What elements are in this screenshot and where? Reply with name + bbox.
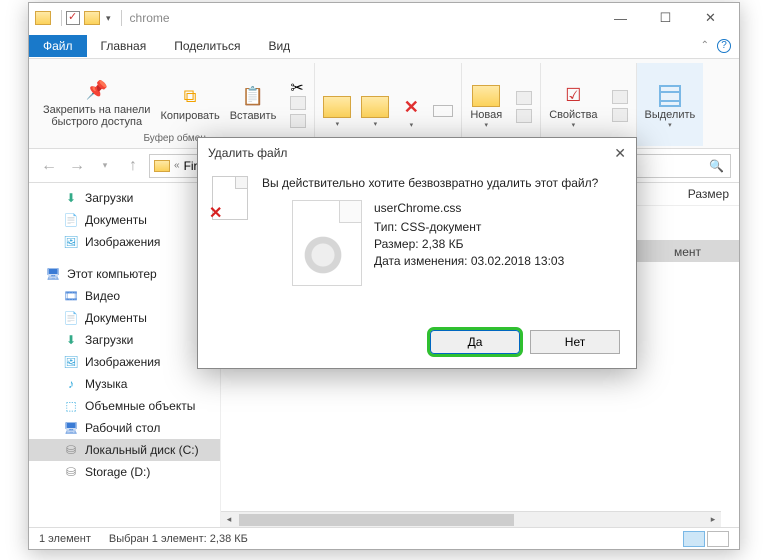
- view-details-button[interactable]: [683, 531, 705, 547]
- tree-videos[interactable]: 🎞Видео: [29, 285, 220, 307]
- status-count: 1 элемент: [39, 533, 91, 545]
- delete-confirmation-dialog: Удалить файл ✕ ✕ Вы действительно хотите…: [197, 137, 637, 369]
- minimize-button[interactable]: —: [598, 4, 643, 32]
- file-date: Дата изменения: 03.02.2018 13:03: [374, 253, 564, 270]
- ribbon-tabs: Файл Главная Поделиться Вид ⌃ ?: [29, 33, 739, 59]
- select-icon: [659, 85, 681, 107]
- tree-drive-d[interactable]: ⛁Storage (D:): [29, 461, 220, 483]
- open-icon[interactable]: [612, 90, 628, 104]
- close-button[interactable]: ✕: [688, 4, 733, 32]
- titlebar: ▾ chrome — ☐ ✕: [29, 3, 739, 33]
- column-size[interactable]: Размер: [678, 183, 739, 205]
- shortcut-icon[interactable]: [290, 114, 306, 128]
- newfolder-button[interactable]: Новая▾: [470, 85, 502, 129]
- history-icon[interactable]: [612, 108, 628, 122]
- copy-button[interactable]: ⧉ Копировать: [160, 84, 219, 122]
- tree-downloads[interactable]: ⬇Загрузки: [29, 187, 220, 209]
- status-bar: 1 элемент Выбран 1 элемент: 2,38 КБ: [29, 527, 739, 549]
- view-icons-button[interactable]: [707, 531, 729, 547]
- help-icon[interactable]: ?: [717, 39, 731, 53]
- address-folder-icon: [154, 160, 170, 172]
- copyto-icon: [361, 96, 389, 118]
- tree-documents[interactable]: 📄Документы: [29, 209, 220, 231]
- yes-button[interactable]: Да: [430, 330, 520, 354]
- dialog-title: Удалить файл: [208, 146, 287, 160]
- tree-pictures[interactable]: 🖼Изображения: [29, 231, 220, 253]
- file-metadata: userChrome.css Тип: CSS-документ Размер:…: [374, 200, 564, 270]
- rename-icon: [433, 105, 453, 117]
- recent-dropdown[interactable]: ▾: [93, 154, 117, 178]
- tab-file[interactable]: Файл: [29, 35, 87, 57]
- scroll-right-icon[interactable]: ▸: [705, 512, 721, 526]
- tree-documents2[interactable]: 📄Документы: [29, 307, 220, 329]
- dialog-titlebar: Удалить файл ✕: [198, 138, 636, 168]
- ribbon: 📌 Закрепить на панели быстрого доступа ⧉…: [29, 59, 739, 149]
- pin-button[interactable]: 📌 Закрепить на панели быстрого доступа: [43, 78, 150, 128]
- paste-icon: 📋: [241, 84, 265, 108]
- window-title: chrome: [130, 11, 170, 25]
- copypath-icon[interactable]: [290, 96, 306, 110]
- no-button[interactable]: Нет: [530, 330, 620, 354]
- status-selection: Выбран 1 элемент: 2,38 КБ: [109, 533, 248, 545]
- file-type: Тип: CSS-документ: [374, 219, 564, 236]
- tree-3dobjects[interactable]: ⬚Объемные объекты: [29, 395, 220, 417]
- properties-icon: ☑: [561, 83, 585, 107]
- qat-folder-icon[interactable]: [84, 11, 100, 25]
- tree-desktop[interactable]: 🖥Рабочий стол: [29, 417, 220, 439]
- tab-share[interactable]: Поделиться: [160, 35, 254, 57]
- cut-icon[interactable]: ✂: [290, 78, 306, 92]
- file-type-icon: [292, 200, 362, 286]
- tree-music[interactable]: ♪Музыка: [29, 373, 220, 395]
- forward-button[interactable]: →: [65, 154, 89, 178]
- rename-button[interactable]: [433, 105, 453, 119]
- moveto-button[interactable]: ▾: [323, 96, 351, 128]
- tree-thispc[interactable]: 🖥Этот компьютер: [29, 263, 220, 285]
- copy-icon: ⧉: [178, 84, 202, 108]
- ribbon-expand-icon[interactable]: ⌃: [701, 40, 709, 51]
- up-button[interactable]: ↑: [121, 154, 145, 178]
- folder-icon: [35, 11, 51, 25]
- maximize-button[interactable]: ☐: [643, 4, 688, 32]
- nav-tree: ⬇Загрузки 📄Документы 🖼Изображения 🖥Этот …: [29, 183, 221, 527]
- gear-icon: [301, 233, 345, 277]
- delete-icon: ✕: [399, 95, 423, 119]
- back-button[interactable]: ←: [37, 154, 61, 178]
- newfolder-icon: [472, 85, 500, 107]
- tree-drive-c[interactable]: ⛁Локальный диск (C:): [29, 439, 220, 461]
- newitem-icon[interactable]: [516, 91, 532, 105]
- scroll-left-icon[interactable]: ◂: [221, 512, 237, 526]
- select-button[interactable]: Выделить▾: [645, 85, 696, 129]
- file-size: Размер: 2,38 КБ: [374, 236, 564, 253]
- properties-button[interactable]: ☑ Свойства▾: [549, 83, 597, 129]
- tree-downloads2[interactable]: ⬇Загрузки: [29, 329, 220, 351]
- file-delete-icon: ✕: [212, 176, 248, 220]
- pin-icon: 📌: [85, 78, 109, 102]
- moveto-icon: [323, 96, 351, 118]
- qat-properties-icon[interactable]: [66, 11, 80, 25]
- dialog-question: Вы действительно хотите безвозвратно уда…: [262, 176, 622, 190]
- tree-pictures2[interactable]: 🖼Изображения: [29, 351, 220, 373]
- search-icon: 🔍: [709, 159, 724, 173]
- copyto-button[interactable]: ▾: [361, 96, 389, 128]
- chevron-left-icon[interactable]: «: [174, 160, 180, 171]
- scroll-thumb[interactable]: [239, 514, 514, 526]
- paste-button[interactable]: 📋 Вставить: [230, 84, 277, 122]
- tab-home[interactable]: Главная: [87, 35, 161, 57]
- horizontal-scrollbar[interactable]: ◂ ▸: [221, 511, 721, 527]
- easyaccess-icon[interactable]: [516, 109, 532, 123]
- file-name: userChrome.css: [374, 200, 564, 217]
- dialog-close-button[interactable]: ✕: [614, 145, 626, 162]
- delete-button[interactable]: ✕▾: [399, 95, 423, 129]
- qat-dropdown-icon[interactable]: ▾: [106, 13, 111, 24]
- tab-view[interactable]: Вид: [254, 35, 304, 57]
